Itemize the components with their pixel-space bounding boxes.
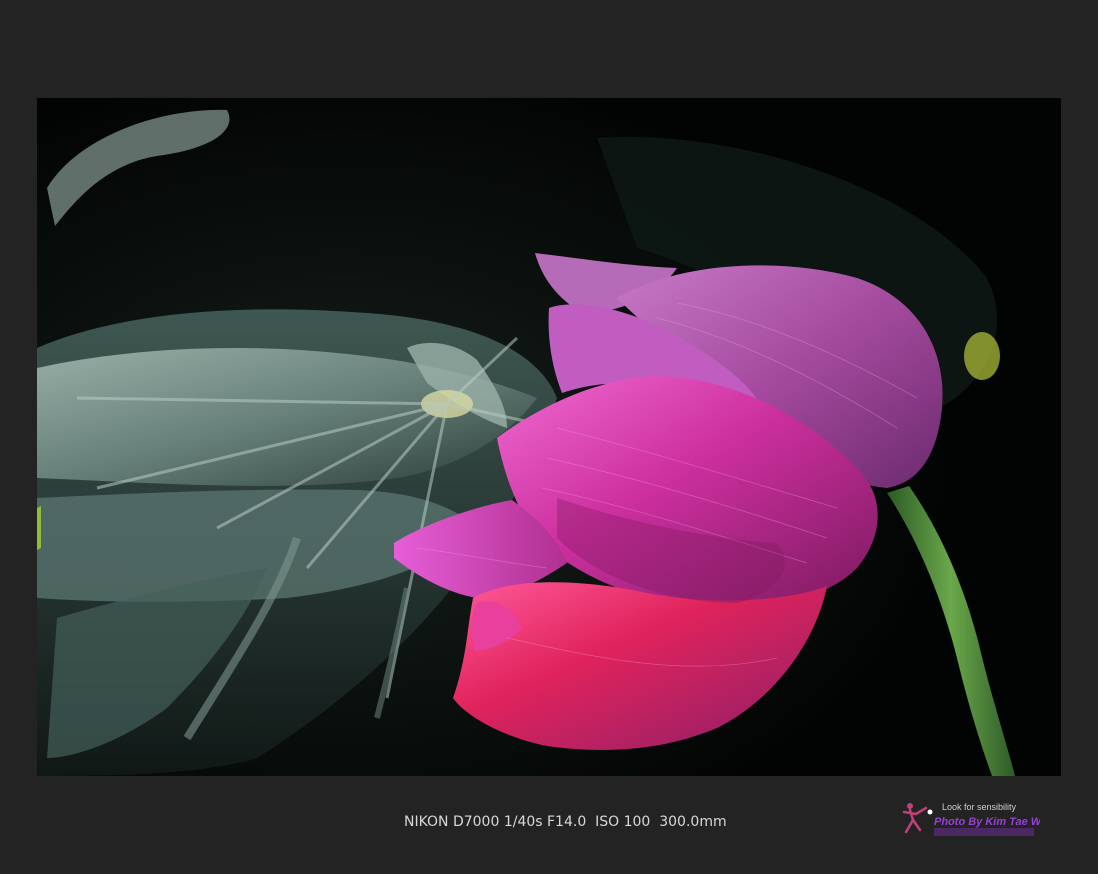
photo-frame	[37, 98, 1061, 776]
lotus-photo	[37, 98, 1061, 776]
dancer-figure-icon	[902, 803, 933, 834]
background-highlight	[964, 332, 1000, 380]
logo-credit: Photo By Kim Tae Won	[934, 816, 1040, 828]
exif-caption: NIKON D7000 1/40s F14.0 ISO 100 300.0mm	[404, 814, 727, 830]
photographer-logo: Look for sensibility Photo By Kim Tae Wo…	[900, 798, 1040, 840]
logo-tagline: Look for sensibility	[942, 802, 1017, 812]
logo-reflection	[934, 828, 1034, 836]
edge-bud	[37, 506, 41, 550]
